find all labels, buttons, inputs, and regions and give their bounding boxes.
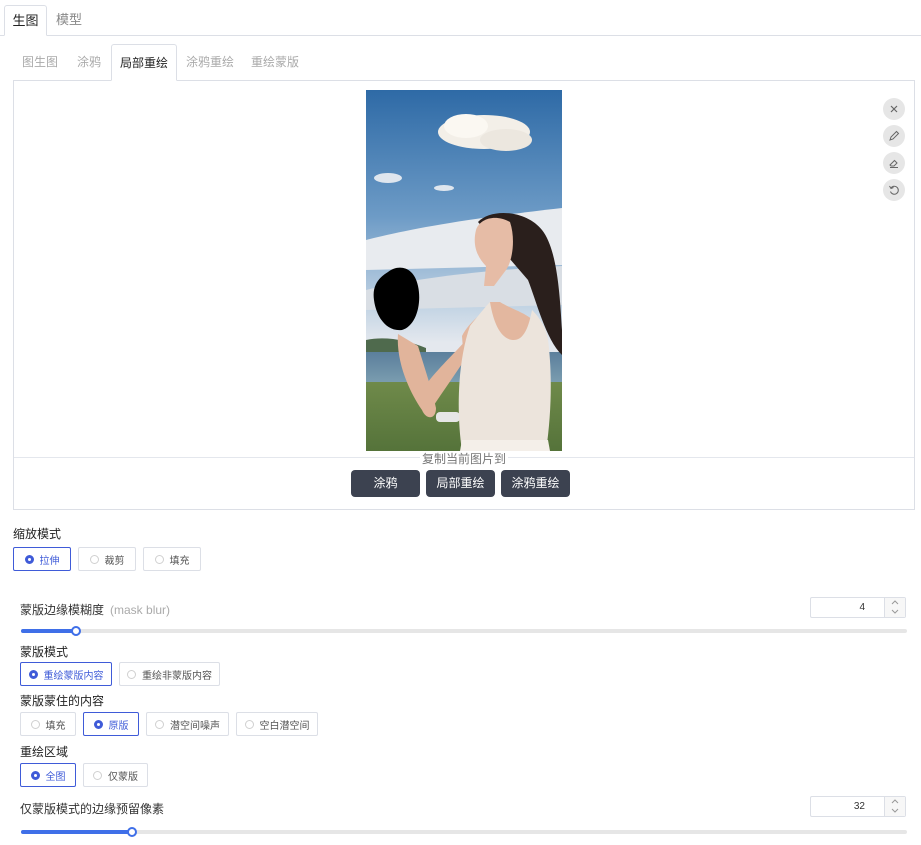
- radio-dot: [30, 719, 40, 729]
- radio-dot: [155, 719, 164, 729]
- radio-label: 潜空间噪声: [170, 720, 220, 732]
- radio-inpaint-not-masked[interactable]: 重绘非蒙版内容: [119, 662, 220, 686]
- radio-label: 原版: [108, 720, 129, 732]
- mask-blur-spinner: [884, 598, 905, 617]
- padding-spinner: [884, 797, 905, 816]
- tab-sketch[interactable]: 涂鸦: [68, 44, 110, 81]
- radio-resize-stretch[interactable]: 拉伸: [13, 547, 71, 571]
- tab-inpaint-sketch[interactable]: 涂鸦重绘: [179, 44, 241, 81]
- sub-tab-bar: 图生图 涂鸦 局部重绘 涂鸦重绘 重绘蒙版: [14, 44, 915, 81]
- inpaint-canvas[interactable]: [366, 90, 562, 451]
- radio-resize-fill[interactable]: 填充: [143, 547, 201, 571]
- radio-dot: [127, 669, 136, 679]
- mask-blur-hint: (mask blur): [110, 603, 171, 617]
- radio-dot: [244, 719, 254, 729]
- padding-value[interactable]: 32: [811, 797, 885, 816]
- radio-dot: [28, 669, 38, 679]
- masked-content-label: 蒙版蒙住的内容: [20, 694, 105, 708]
- send-to-sketch-button[interactable]: 涂鸦: [351, 470, 420, 497]
- mask-blur-slider-fill: [21, 629, 77, 633]
- radio-area-only-masked[interactable]: 仅蒙版: [83, 763, 148, 787]
- copy-to-label: 复制当前图片到: [419, 452, 508, 466]
- mask-blur-title: 蒙版边缘模糊度: [20, 603, 105, 617]
- radio-content-fill[interactable]: 填充: [20, 712, 76, 736]
- radio-area-whole-picture[interactable]: 全图: [20, 763, 76, 787]
- radio-dot: [89, 554, 99, 564]
- eraser-icon[interactable]: [883, 152, 905, 174]
- top-tab-bar: 生图 模型: [0, 0, 921, 36]
- radio-dot: [93, 719, 103, 729]
- tab-generate[interactable]: 生图: [4, 5, 47, 36]
- radio-label: 空白潜空间: [259, 720, 310, 732]
- tab-inpaint-upload[interactable]: 重绘蒙版: [244, 44, 306, 81]
- chevron-up-icon[interactable]: [885, 797, 905, 806]
- radio-dot: [154, 554, 164, 564]
- inpaint-area-label: 重绘区域: [20, 745, 69, 759]
- chevron-up-icon[interactable]: [885, 598, 905, 607]
- padding-number-input[interactable]: 32: [810, 796, 906, 817]
- mask-blur-value[interactable]: 4: [811, 598, 885, 617]
- mask-blur-slider[interactable]: [21, 626, 907, 636]
- mask-mode-label: 蒙版模式: [20, 645, 69, 659]
- radio-label: 全图: [45, 771, 66, 783]
- tab-img2img[interactable]: 图生图: [14, 44, 66, 81]
- radio-label: 填充: [45, 720, 66, 732]
- radio-content-latent-nothing[interactable]: 空白潜空间: [236, 712, 318, 736]
- tab-inpaint[interactable]: 局部重绘: [111, 44, 177, 81]
- radio-label: 重绘非蒙版内容: [142, 670, 212, 682]
- radio-dot: [30, 770, 40, 780]
- radio-label: 拉伸: [39, 555, 60, 567]
- padding-slider-fill: [21, 830, 132, 834]
- mask-blur-slider-handle[interactable]: [71, 626, 82, 636]
- radio-dot: [93, 770, 102, 780]
- close-icon[interactable]: [883, 98, 905, 120]
- radio-label: 重绘蒙版内容: [43, 670, 104, 682]
- radio-content-original[interactable]: 原版: [83, 712, 139, 736]
- radio-dot: [24, 554, 34, 564]
- padding-slider[interactable]: [21, 827, 907, 837]
- mask-blur-label: 蒙版边缘模糊度 (mask blur): [20, 601, 170, 618]
- source-image: [366, 90, 562, 451]
- mask-blur-number-input[interactable]: 4: [810, 597, 906, 618]
- radio-label: 仅蒙版: [108, 771, 138, 783]
- radio-content-latent-noise[interactable]: 潜空间噪声: [146, 712, 229, 736]
- radio-inpaint-masked[interactable]: 重绘蒙版内容: [20, 662, 112, 686]
- send-to-inpaint-sketch-button[interactable]: 涂鸦重绘: [501, 470, 570, 497]
- chevron-down-icon[interactable]: [885, 607, 905, 616]
- send-to-inpaint-button[interactable]: 局部重绘: [426, 470, 495, 497]
- undo-icon[interactable]: [883, 179, 905, 201]
- pencil-icon[interactable]: [883, 125, 905, 147]
- radio-resize-crop[interactable]: 裁剪: [78, 547, 136, 571]
- padding-slider-handle[interactable]: [126, 827, 137, 837]
- resize-mode-label: 缩放模式: [13, 527, 62, 541]
- radio-label: 裁剪: [104, 555, 125, 567]
- radio-label: 填充: [169, 555, 190, 567]
- padding-label: 仅蒙版模式的边缘预留像素: [20, 802, 165, 816]
- image-editor-panel: 复制当前图片到 涂鸦 局部重绘 涂鸦重绘: [13, 80, 915, 510]
- tab-model[interactable]: 模型: [48, 5, 90, 36]
- chevron-down-icon[interactable]: [885, 806, 905, 815]
